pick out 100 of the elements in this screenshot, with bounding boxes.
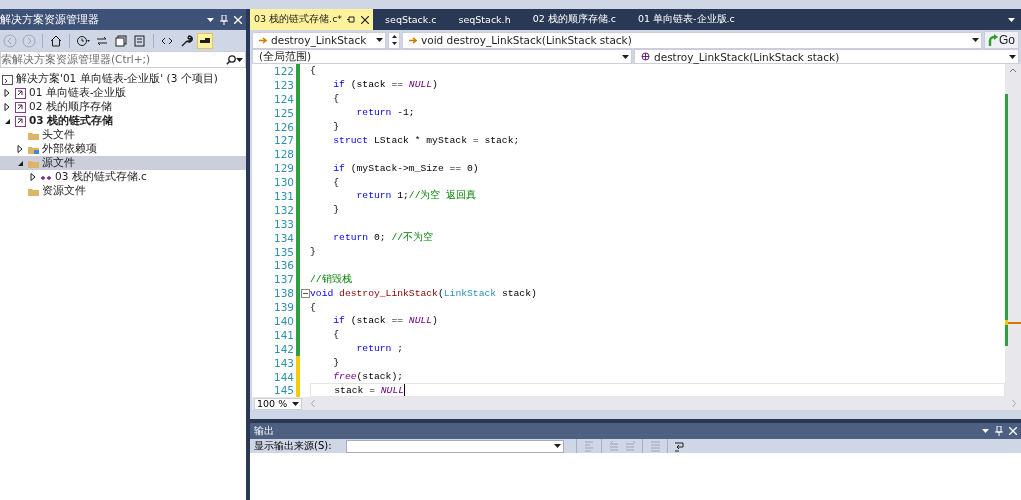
code-line: return 0; //不为空 <box>332 230 434 245</box>
home-icon[interactable] <box>49 33 63 48</box>
collapsed-arrow-icon[interactable] <box>28 172 38 182</box>
line-number: 134 <box>272 231 295 244</box>
panel-title: 解决方案资源管理器 <box>0 12 100 27</box>
code-line: struct LStack * myStack = stack; <box>332 133 520 148</box>
pin-icon[interactable] <box>995 426 1003 436</box>
code-line: { <box>332 175 340 189</box>
code-line: return -1; <box>355 106 415 120</box>
collapsed-arrow-icon[interactable] <box>2 88 12 98</box>
search-field[interactable]: 索解决方案资源管理器(Ctrl+;) <box>0 51 246 68</box>
line-number: 131 <box>272 189 295 202</box>
code-line: return 1;//为空 返回真 <box>355 189 477 203</box>
code-line: if (stack == NULL) <box>332 78 438 92</box>
line-number: 123 <box>272 78 295 91</box>
tree-item[interactable]: 03 栈的链式存储 <box>0 114 246 128</box>
dropdown-arrow-icon[interactable] <box>972 38 979 42</box>
up-arrow-icon <box>391 34 397 38</box>
project-icon <box>15 115 26 127</box>
code-line: { <box>332 328 340 342</box>
panel-title: 输出 <box>254 424 275 438</box>
pin-icon[interactable] <box>347 16 357 23</box>
line-number: 132 <box>272 203 295 216</box>
collapse-icon[interactable] <box>114 33 128 48</box>
code-line: return ; <box>355 342 404 356</box>
line-number: 144 <box>272 370 295 383</box>
arrow-icon <box>259 36 267 44</box>
search-icon[interactable] <box>226 54 236 65</box>
dropdown-arrow-icon[interactable] <box>553 444 561 448</box>
code-line: if (stack == NULL) <box>332 314 438 328</box>
wrench-icon[interactable] <box>179 33 193 48</box>
line-number: 129 <box>272 162 295 175</box>
line-number: 130 <box>272 176 295 189</box>
tree-item[interactable]: 01 单向链表-企业版 <box>0 86 246 100</box>
field-label: 显示输出来源(S): <box>254 439 332 453</box>
scroll-bar[interactable] <box>1005 64 1021 397</box>
curved-arrow-icon <box>988 34 998 46</box>
line-number: 125 <box>272 106 295 119</box>
code-line: } <box>310 245 316 259</box>
scope-dropdown[interactable]: (全局范围) <box>252 49 632 64</box>
tree-item[interactable]: 解决方案'01 单向链表-企业版' (3 个项目) <box>0 72 246 86</box>
tab[interactable]: 03 栈的链式存储.c* <box>250 9 374 30</box>
dropdown-arrow-icon[interactable] <box>207 17 214 22</box>
line-number: 142 <box>272 342 295 355</box>
dropdown-arrow-icon[interactable] <box>1009 54 1016 59</box>
code-line: { <box>310 64 316 78</box>
line-number: 135 <box>272 245 295 258</box>
code-line: //销毁栈 <box>310 272 352 287</box>
line-number: 143 <box>272 356 295 369</box>
code-line: free(stack); <box>332 370 404 384</box>
function-icon <box>641 52 650 61</box>
code-line: } <box>332 203 340 217</box>
collapse-box-icon[interactable] <box>300 288 310 298</box>
project-icon <box>15 87 26 99</box>
line-number: 126 <box>272 120 295 133</box>
line-number: 139 <box>272 301 295 314</box>
signature-dropdown[interactable]: void destroy_LinkStack(LinkStack stack) <box>402 31 982 49</box>
dropdown-arrow-icon[interactable] <box>622 54 629 59</box>
line-number: 128 <box>272 148 295 161</box>
code-line: } <box>332 120 340 134</box>
tree-item[interactable]: 源文件 <box>0 156 246 170</box>
tree-item[interactable]: 资源文件 <box>0 184 246 198</box>
pages-icon[interactable] <box>133 33 147 48</box>
tree-item[interactable]: 外部依赖项 <box>0 142 246 156</box>
tree-item[interactable]: 03 栈的链式存储.c <box>0 170 246 184</box>
line-number: 141 <box>272 328 295 341</box>
function-dropdown[interactable]: destroy_LinkStack(LinkStack stack) <box>634 49 1019 64</box>
down-arrow-icon <box>391 42 397 46</box>
dropdown-arrow-icon[interactable] <box>292 401 299 406</box>
close-icon[interactable] <box>361 15 370 24</box>
dropdown-arrow-icon[interactable] <box>236 57 243 62</box>
code-line: } <box>332 356 340 370</box>
go-button[interactable]: Go <box>984 31 1019 49</box>
dropdown-arrow-icon[interactable] <box>982 429 989 433</box>
collapsed-arrow-icon[interactable] <box>2 102 12 112</box>
line-number: 140 <box>272 314 295 327</box>
tree-item[interactable]: 02 栈的顺序存储 <box>0 100 246 114</box>
collapsed-arrow-icon[interactable] <box>15 144 25 154</box>
zoom-dropdown[interactable]: 100 % <box>254 397 302 410</box>
line-number: 127 <box>272 134 295 147</box>
code-line: if (myStack->m_Size == 0) <box>332 161 479 176</box>
word-wrap-icon[interactable] <box>673 440 686 452</box>
clock-icon[interactable] <box>76 33 90 48</box>
tree-item[interactable]: 头文件 <box>0 128 246 142</box>
line-number: 145 <box>272 384 295 397</box>
code-line: { <box>332 92 340 106</box>
line-number: 136 <box>272 259 295 272</box>
spin-buttons[interactable] <box>388 31 400 49</box>
line-number: 138 <box>272 287 295 300</box>
dropdown-arrow-icon[interactable] <box>1008 17 1015 22</box>
line-number: 137 <box>272 273 295 286</box>
line-number: 133 <box>272 217 295 230</box>
line-number: 122 <box>272 64 295 77</box>
member-dropdown[interactable]: destroy_LinkStack <box>252 31 386 49</box>
pin-icon[interactable] <box>220 14 228 25</box>
code-line: { <box>310 300 316 315</box>
arrow-icon <box>409 36 417 44</box>
code-line: void destroy_LinkStack(LinkStack stack) <box>310 286 537 301</box>
project-icon <box>15 101 26 113</box>
dropdown-arrow-icon[interactable] <box>376 38 383 42</box>
